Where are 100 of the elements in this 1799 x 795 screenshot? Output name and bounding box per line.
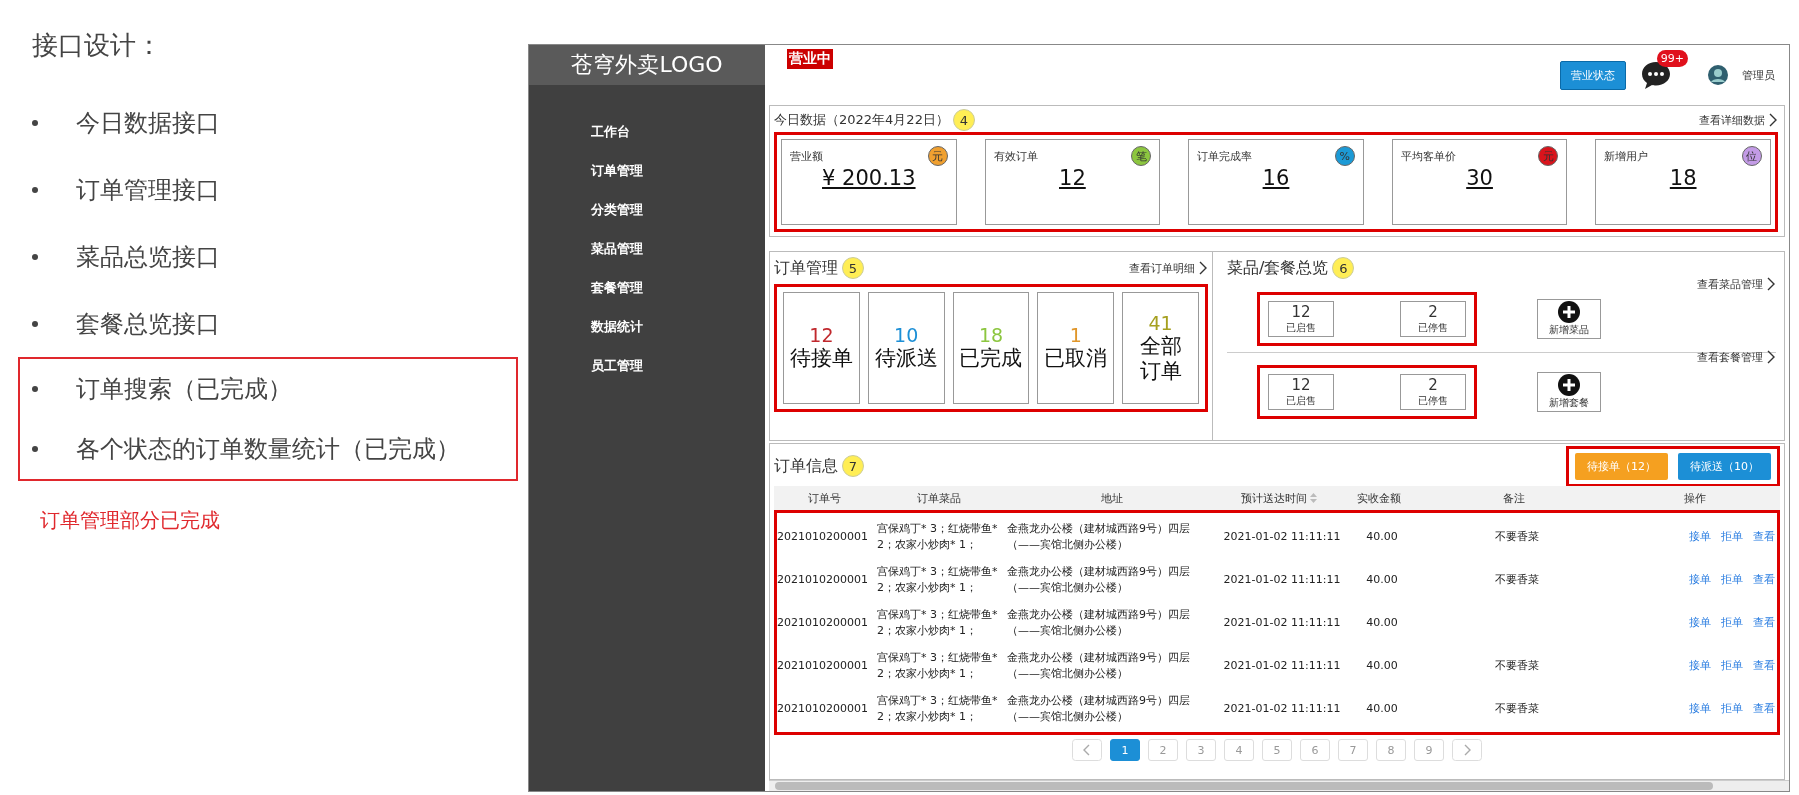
bullet-text: 今日数据接口 bbox=[76, 107, 220, 139]
stat-count: 1 bbox=[1069, 324, 1082, 347]
action-link[interactable]: 拒单 bbox=[1721, 701, 1743, 716]
add-button[interactable]: 新增菜品 bbox=[1537, 299, 1601, 339]
card-label: 订单完成率 bbox=[1197, 148, 1253, 164]
action-link[interactable]: 接单 bbox=[1689, 529, 1711, 544]
card-value[interactable]: ¥ 200.13 bbox=[790, 166, 948, 190]
action-link[interactable]: 拒单 bbox=[1721, 572, 1743, 587]
action-link[interactable]: 查看 bbox=[1753, 658, 1775, 673]
card-label: 有效订单 bbox=[993, 148, 1038, 164]
column-header: 订单菜品 bbox=[917, 490, 961, 506]
order-stat-card[interactable]: 1 已取消 bbox=[1037, 292, 1115, 404]
count-label: 已停售 bbox=[1418, 394, 1448, 408]
table-cell-text: 2021010200001 bbox=[777, 573, 869, 586]
card-label: 营业额 bbox=[790, 148, 823, 164]
order-stat-card[interactable]: 18 已完成 bbox=[952, 292, 1030, 404]
details-link[interactable]: 查看菜品管理 bbox=[1697, 276, 1763, 292]
table-cell-text: 40.00 bbox=[1365, 573, 1399, 586]
page-button[interactable]: 1 bbox=[1110, 739, 1140, 761]
sidebar-item[interactable]: 员工管理 bbox=[591, 357, 765, 374]
action-link[interactable]: 接单 bbox=[1689, 658, 1711, 673]
count-card[interactable]: 12 已启售 bbox=[1268, 301, 1334, 337]
chevron-icon[interactable] bbox=[1767, 277, 1776, 291]
column-header: 地址 bbox=[1100, 490, 1123, 506]
action-link[interactable]: 接单 bbox=[1689, 572, 1711, 587]
action-link[interactable]: 接单 bbox=[1689, 615, 1711, 630]
sidebar-item[interactable]: 分类管理 bbox=[591, 201, 765, 218]
details-link[interactable]: 查看订单明细 bbox=[1129, 260, 1195, 276]
action-link[interactable]: 查看 bbox=[1753, 615, 1775, 630]
details-link[interactable]: 查看套餐管理 bbox=[1697, 349, 1763, 365]
count-label: 已停售 bbox=[1418, 321, 1448, 335]
table-cell-text: 宫保鸡丁* 3；红烧带鱼* 2；农家小炒肉* 1； bbox=[877, 521, 999, 552]
bullet-text: 菜品总览接口 bbox=[76, 241, 220, 273]
chevron-icon[interactable] bbox=[1769, 113, 1778, 127]
filter-button[interactable]: 待派送（10） bbox=[1678, 452, 1771, 480]
user-name[interactable]: 管理员 bbox=[1742, 67, 1775, 83]
count-card[interactable]: 2 已停售 bbox=[1400, 301, 1466, 337]
status-button[interactable]: 营业状态 bbox=[1560, 60, 1626, 90]
count-value: 12 bbox=[1291, 303, 1311, 321]
order-stat-card[interactable]: 41 全部订单 bbox=[1122, 292, 1199, 404]
count-label: 已启售 bbox=[1286, 321, 1316, 335]
action-link[interactable]: 拒单 bbox=[1721, 615, 1743, 630]
sidebar-item[interactable]: 菜品管理 bbox=[591, 240, 765, 257]
action-link[interactable]: 拒单 bbox=[1721, 529, 1743, 544]
stat-label: 已取消 bbox=[1044, 346, 1108, 372]
sidebar-item[interactable]: 工作台 bbox=[591, 123, 765, 140]
count-label: 已启售 bbox=[1286, 394, 1316, 408]
unit-badge: 笔 bbox=[1131, 146, 1152, 166]
action-link[interactable]: 拒单 bbox=[1721, 658, 1743, 673]
count-value: 12 bbox=[1291, 376, 1311, 394]
sidebar-item[interactable]: 套餐管理 bbox=[591, 279, 765, 296]
marker-number: 7 bbox=[842, 455, 864, 477]
plus-icon bbox=[1558, 301, 1580, 323]
message-count: 99+ bbox=[1656, 50, 1688, 67]
chevron-icon[interactable] bbox=[1199, 261, 1208, 275]
table-cell-text: 40.00 bbox=[1365, 530, 1399, 543]
add-button[interactable]: 新增套餐 bbox=[1537, 372, 1601, 412]
action-link[interactable]: 接单 bbox=[1689, 701, 1711, 716]
unit-badge: 位 bbox=[1741, 146, 1762, 166]
card-value[interactable]: 18 bbox=[1604, 166, 1762, 190]
table-cell-text: 金燕龙办公楼（建材城西路9号）四层（——宾馆北侧办公楼） bbox=[1007, 650, 1191, 681]
marker-number: 5 bbox=[842, 257, 864, 279]
message-icon[interactable] bbox=[1640, 60, 1672, 90]
slide-title: 接口设计： bbox=[32, 29, 163, 62]
card-value[interactable]: 30 bbox=[1400, 166, 1559, 190]
count-card[interactable]: 2 已停售 bbox=[1400, 374, 1466, 410]
table-cell-text: 金燕龙办公楼（建材城西路9号）四层（——宾馆北侧办公楼） bbox=[1007, 693, 1191, 724]
chevron-icon[interactable] bbox=[1767, 350, 1776, 364]
unit-badge: 元 bbox=[1538, 146, 1559, 166]
card-value[interactable]: 16 bbox=[1197, 166, 1355, 190]
card-label: 新增用户 bbox=[1604, 148, 1649, 164]
order-stat-card[interactable]: 10 待派送 bbox=[867, 292, 945, 404]
table-cell-text: 40.00 bbox=[1365, 702, 1399, 715]
count-card[interactable]: 12 已启售 bbox=[1268, 374, 1334, 410]
stat-count: 12 bbox=[809, 324, 834, 347]
stat-count: 10 bbox=[894, 324, 919, 347]
scrollbar[interactable] bbox=[769, 780, 1789, 791]
order-stat-card[interactable]: 12 待接单 bbox=[783, 292, 860, 404]
column-header: 订单号 bbox=[807, 490, 841, 506]
table-cell-text: 2021010200001 bbox=[777, 659, 869, 672]
table-cell-text: 宫保鸡丁* 3；红烧带鱼* 2；农家小炒肉* 1； bbox=[877, 564, 999, 595]
bullet-dot bbox=[32, 186, 38, 193]
table-cell: 不要香菜 bbox=[1495, 530, 1539, 543]
stat-label: 全部订单 bbox=[1138, 333, 1183, 385]
details-link[interactable]: 查看详细数据 bbox=[1699, 112, 1765, 128]
bullet-dot bbox=[32, 253, 38, 260]
sidebar-item[interactable]: 数据统计 bbox=[591, 318, 765, 335]
action-link[interactable]: 查看 bbox=[1753, 529, 1775, 544]
table-cell-text: 金燕龙办公楼（建材城西路9号）四层（——宾馆北侧办公楼） bbox=[1007, 607, 1191, 638]
card-value[interactable]: 12 bbox=[993, 166, 1152, 190]
action-link[interactable]: 查看 bbox=[1753, 701, 1775, 716]
avatar-icon[interactable] bbox=[1708, 65, 1728, 85]
column-header: 操作 bbox=[1683, 490, 1706, 506]
bullet-text: 订单管理接口 bbox=[76, 174, 220, 206]
bullet-dot bbox=[32, 446, 38, 452]
action-link[interactable]: 查看 bbox=[1753, 572, 1775, 587]
table-cell-text: 宫保鸡丁* 3；红烧带鱼* 2；农家小炒肉* 1； bbox=[877, 693, 999, 724]
sidebar-item[interactable]: 订单管理 bbox=[591, 162, 765, 179]
table-cell: 2021-01-02 11:11:11 bbox=[1222, 530, 1342, 543]
card-label: 平均客单价 bbox=[1400, 148, 1456, 164]
